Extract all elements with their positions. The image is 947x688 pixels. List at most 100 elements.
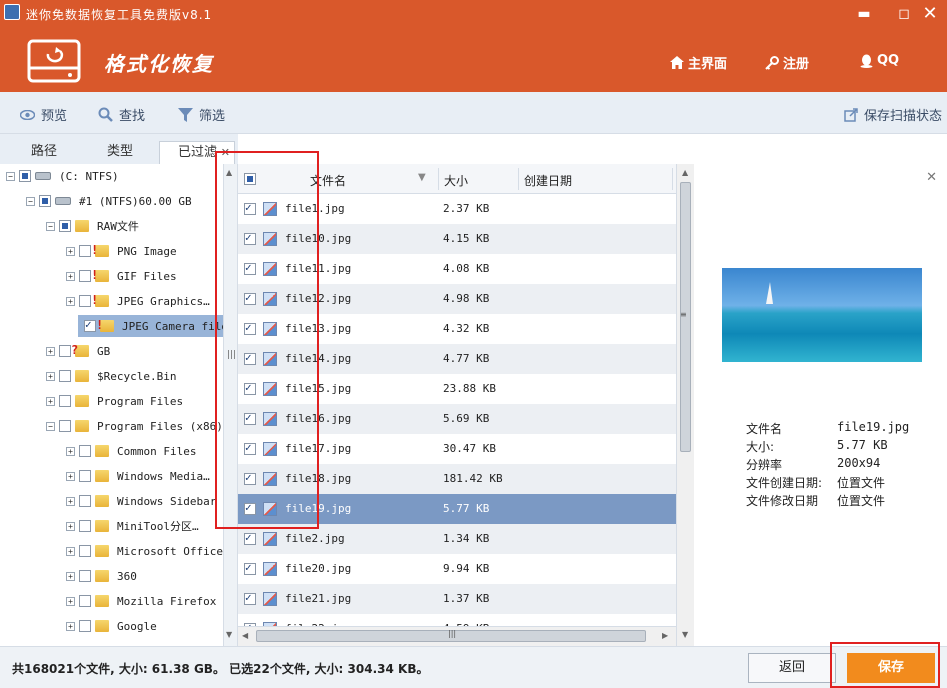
tree-checkbox[interactable]	[19, 170, 31, 182]
file-list-horizontal-scrollbar[interactable]: ◀ ||| ▶	[238, 626, 676, 646]
row-checkbox[interactable]	[244, 231, 256, 245]
table-row[interactable]: file12.jpg 4.98 KB	[238, 284, 676, 314]
tree-item[interactable]: + JPEG Graphics…	[66, 290, 210, 312]
tree-item[interactable]: − #1 (NTFS)60.00 GB	[26, 190, 192, 212]
tree-checkbox[interactable]	[59, 220, 71, 232]
column-header-size[interactable]: 大小	[444, 172, 468, 189]
table-row[interactable]: file22.jpg4.59 KB	[238, 614, 676, 626]
tree-expander-icon[interactable]: −	[6, 171, 15, 181]
row-checkbox[interactable]	[244, 591, 256, 605]
tree-item[interactable]: + MiniTool分区…	[66, 515, 199, 537]
tree-item[interactable]: + Windows Sidebar	[66, 490, 216, 512]
tab-path[interactable]: 路径	[14, 142, 74, 164]
tree-item[interactable]: +360	[66, 565, 137, 587]
close-button[interactable]: ✕	[910, 2, 947, 26]
table-row[interactable]: file20.jpg 9.94 KB	[238, 554, 676, 584]
tree-expander-icon[interactable]: +	[66, 521, 75, 531]
table-row[interactable]: file13.jpg 4.32 KB	[238, 314, 676, 344]
scroll-left-arrow-icon[interactable]: ◀	[242, 631, 248, 640]
tree-checkbox[interactable]	[79, 620, 91, 632]
tree-checkbox[interactable]	[79, 570, 91, 582]
table-row[interactable]: file1.jpg 2.37 KB	[238, 194, 676, 224]
row-checkbox[interactable]	[244, 261, 256, 275]
scroll-down-arrow-icon[interactable]: ▼	[682, 630, 688, 639]
tree-checkbox[interactable]	[79, 445, 91, 457]
tree-expander-icon[interactable]: +	[66, 471, 75, 481]
tree-checkbox[interactable]	[79, 245, 91, 257]
tree-item[interactable]: + Google	[66, 615, 157, 637]
table-row[interactable]: file17.jpg 30.47 KB	[238, 434, 676, 464]
tree-checkbox[interactable]	[79, 595, 91, 607]
minimize-button[interactable]: ▬	[844, 2, 884, 26]
tree-expander-icon[interactable]: −	[46, 221, 55, 231]
tree-item[interactable]: + Windows Media…	[66, 465, 210, 487]
tree-checkbox[interactable]	[39, 195, 51, 207]
tree-expander-icon[interactable]: +	[46, 346, 55, 356]
tree-expander-icon[interactable]: +	[66, 446, 75, 456]
save-scan-state-button[interactable]: 保存扫描状态	[844, 105, 942, 124]
tree-expander-icon[interactable]: +	[46, 396, 55, 406]
tree-item[interactable]: + GIF Files	[66, 265, 177, 287]
table-row[interactable]: file10.jpg 4.15 KB	[238, 224, 676, 254]
scroll-up-arrow-icon[interactable]: ▲	[226, 168, 232, 177]
tree-expander-icon[interactable]: +	[66, 296, 75, 306]
scroll-right-arrow-icon[interactable]: ▶	[662, 631, 668, 640]
table-row[interactable]: file14.jpg 4.77 KB	[238, 344, 676, 374]
row-checkbox[interactable]	[244, 441, 256, 455]
tree-checkbox[interactable]	[59, 370, 71, 382]
scroll-down-arrow-icon[interactable]: ▼	[226, 630, 232, 639]
tree-checkbox[interactable]	[84, 318, 96, 332]
row-checkbox[interactable]	[244, 321, 256, 335]
folder-tree[interactable]: − (C: NTFS) − #1 (NTFS)60.00 GB − RAW文件 + PNG I…	[0, 164, 224, 646]
tree-checkbox[interactable]	[79, 520, 91, 532]
row-checkbox[interactable]	[244, 501, 256, 515]
tree-expander-icon[interactable]: +	[66, 546, 75, 556]
nav-qq[interactable]: QQ	[860, 53, 899, 68]
column-header-name[interactable]: 文件名	[310, 172, 346, 189]
select-all-checkbox[interactable]	[244, 173, 256, 185]
table-row[interactable]: file18.jpg 181.42 KB	[238, 464, 676, 494]
tree-item[interactable]: + Program Files	[46, 390, 183, 412]
table-row[interactable]: file2.jpg 1.34 KB	[238, 524, 676, 554]
tree-checkbox[interactable]	[59, 395, 71, 407]
row-checkbox[interactable]	[244, 291, 256, 305]
tree-item[interactable]: − RAW文件	[46, 215, 139, 237]
tree-scrollbar[interactable]: ▲ ||| ▼	[224, 164, 238, 646]
tree-checkbox[interactable]	[79, 295, 91, 307]
row-checkbox[interactable]	[244, 471, 256, 485]
tree-checkbox[interactable]	[59, 420, 71, 432]
file-list-vertical-scrollbar[interactable]: ▲ ≡ ▼	[676, 164, 694, 646]
row-checkbox[interactable]	[244, 351, 256, 365]
tree-item[interactable]: + GB	[46, 340, 110, 362]
tree-item[interactable]: + Microsoft Office	[66, 540, 223, 562]
search-button[interactable]: 查找	[98, 105, 145, 124]
splitter-grip-icon[interactable]: |||	[227, 350, 236, 360]
row-checkbox[interactable]	[244, 531, 256, 545]
preview-button[interactable]: 预览	[20, 105, 67, 124]
scroll-up-arrow-icon[interactable]: ▲	[682, 168, 688, 177]
tree-expander-icon[interactable]: −	[26, 196, 35, 206]
save-button[interactable]: 保存	[847, 653, 935, 683]
tree-expander-icon[interactable]: +	[66, 571, 75, 581]
close-preview-icon[interactable]: ✕	[926, 170, 937, 185]
tree-checkbox[interactable]	[79, 495, 91, 507]
tree-checkbox[interactable]	[79, 470, 91, 482]
tree-checkbox[interactable]	[79, 270, 91, 282]
tree-checkbox[interactable]	[59, 345, 71, 357]
column-header-date[interactable]: 创建日期	[524, 172, 572, 189]
table-row[interactable]: file15.jpg 23.88 KB	[238, 374, 676, 404]
table-row[interactable]: file16.jpg 5.69 KB	[238, 404, 676, 434]
tree-item[interactable]: − (C: NTFS)	[6, 165, 119, 187]
row-checkbox[interactable]	[244, 201, 256, 215]
table-row[interactable]: file21.jpg 1.37 KB	[238, 584, 676, 614]
tab-type[interactable]: 类型	[90, 142, 150, 164]
nav-register[interactable]: 注册	[765, 53, 809, 72]
tree-item[interactable]: + Mozilla Firefox	[66, 590, 216, 612]
tab-filtered[interactable]: 已过滤 ✕	[159, 141, 235, 164]
nav-home[interactable]: 主界面	[670, 53, 727, 72]
tree-item[interactable]: − Program Files (x86)	[46, 415, 223, 437]
tree-item[interactable]: + $Recycle.Bin	[46, 365, 176, 387]
tree-expander-icon[interactable]: +	[66, 621, 75, 631]
tree-item[interactable]: + PNG Image	[66, 240, 177, 262]
filter-button[interactable]: 筛选	[178, 105, 225, 124]
